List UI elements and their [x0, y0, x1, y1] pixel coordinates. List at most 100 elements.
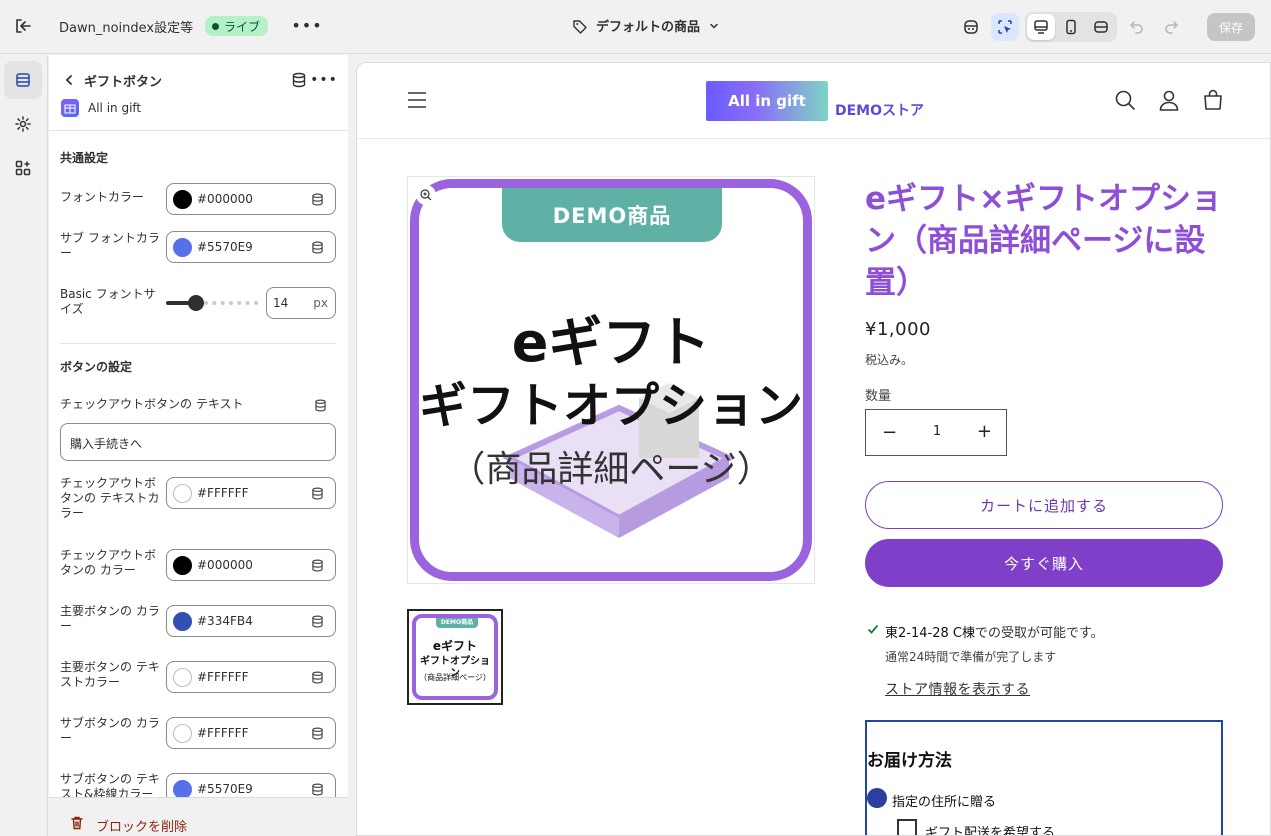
chevron-down-icon [710, 23, 718, 29]
dynamic-source-icon[interactable] [310, 726, 325, 741]
sub-button-text-color-swatch[interactable] [173, 780, 192, 797]
buy-now-button[interactable]: 今すぐ購入 [865, 539, 1223, 587]
pickup-availability: 東2-14-28 C棟での受取が可能です。 [885, 626, 1104, 641]
font-color-value: #000000 [197, 192, 253, 206]
gift-shipping-checkbox[interactable] [897, 819, 917, 835]
checkout-color-label: チェックアウトボタンの カラー [60, 548, 157, 577]
font-color-field[interactable]: #000000 [166, 183, 336, 215]
delivery-method-title: お届け方法 [867, 751, 952, 771]
theme-more-button[interactable]: ••• [291, 14, 321, 36]
sub-font-color-swatch[interactable] [173, 238, 192, 257]
logo-text: All in gift [728, 92, 806, 110]
font-size-slider[interactable] [166, 295, 258, 311]
quantity-plus-button[interactable]: + [977, 421, 992, 442]
product-thumbnail[interactable]: DEMO商品 eギフト ギフトオプション （商品詳細ページ） [407, 609, 503, 705]
primary-color-value: #334FB4 [197, 614, 253, 628]
sub-button-color-field[interactable]: #FFFFFF [166, 717, 336, 749]
app-embed-icon[interactable] [957, 13, 985, 41]
dynamic-source-icon[interactable] [310, 614, 325, 629]
trash-icon [71, 816, 83, 830]
product-image[interactable]: DEMO商品 eギフト ギフトオプション （商品詳細ページ） [407, 176, 815, 584]
quantity-label: 数量 [865, 389, 892, 404]
logo-tagline: DEMOストア [835, 103, 925, 119]
section-title-button: ボタンの設定 [60, 360, 133, 374]
fullscreen-view-icon[interactable] [1087, 14, 1115, 40]
gift-button-block[interactable]: お届け方法 指定の住所に贈る ギフト配送を希望する [865, 720, 1223, 835]
mobile-view-icon[interactable] [1057, 14, 1085, 40]
desktop-view-icon[interactable] [1026, 14, 1055, 40]
delete-block-label: ブロックを削除 [96, 820, 188, 835]
thumbnail-badge: DEMO商品 [436, 618, 478, 628]
primary-text-color-swatch[interactable] [173, 668, 192, 687]
menu-icon[interactable] [406, 89, 428, 111]
section-divider [60, 343, 336, 344]
back-chevron-icon[interactable] [59, 70, 79, 90]
editor-topbar: Dawn_noindex設定等 ライブ ••• デフォルトの商品 保存 [0, 0, 1271, 54]
store-preview: All in gift DEMOストア DEMO商品 eギフト ギフトオプション… [356, 62, 1271, 836]
theme-settings-gear-icon[interactable] [4, 105, 42, 143]
dynamic-source-icon[interactable] [310, 192, 325, 207]
sub-button-color-label: サブボタンの カラー [60, 716, 160, 745]
checkout-text-color-swatch[interactable] [173, 484, 192, 503]
font-color-label: フォントカラー [60, 190, 145, 204]
dynamic-source-icon[interactable] [310, 486, 325, 501]
theme-name: Dawn_noindex設定等 [59, 21, 194, 36]
zoom-icon[interactable] [416, 185, 436, 205]
delete-block-button[interactable]: ブロックを削除 [49, 797, 348, 836]
exit-icon[interactable] [12, 15, 34, 37]
image-line-2: ギフトオプション [419, 378, 804, 434]
section-title-common: 共通設定 [60, 151, 109, 165]
checkout-text-color-label: チェックアウトボタンの テキストカラー [60, 476, 160, 520]
redo-icon[interactable] [1157, 13, 1185, 41]
dynamic-source-icon[interactable] [310, 670, 325, 685]
store-info-link[interactable]: ストア情報を表示する [885, 679, 1030, 699]
thumbnail-frame: DEMO商品 eギフト ギフトオプション （商品詳細ページ） [412, 614, 498, 700]
primary-color-label: 主要ボタンの カラー [60, 604, 160, 633]
primary-color-field[interactable]: #334FB4 [166, 605, 336, 637]
checkout-text-input[interactable]: 購入手続きへ [60, 423, 336, 461]
sections-icon[interactable] [4, 61, 42, 99]
editor-rail [0, 55, 48, 836]
checkout-text-color-field[interactable]: #FFFFFF [166, 477, 336, 509]
tax-note: 税込み。 [865, 353, 914, 367]
sub-button-color-value: #FFFFFF [197, 726, 249, 740]
dynamic-source-icon[interactable] [313, 398, 328, 413]
sub-font-color-field[interactable]: #5570E9 [166, 231, 336, 263]
font-size-input[interactable]: 14 px [266, 287, 336, 319]
panel-more-button[interactable]: ••• [310, 69, 337, 91]
sub-button-color-swatch[interactable] [173, 724, 192, 743]
primary-text-color-value: #FFFFFF [197, 670, 249, 684]
save-button[interactable]: 保存 [1206, 13, 1255, 41]
app-name: All in gift [88, 101, 142, 115]
apps-icon[interactable] [4, 149, 42, 187]
dynamic-source-icon[interactable] [310, 240, 325, 255]
dynamic-source-icon[interactable] [310, 782, 325, 797]
tag-icon [573, 19, 587, 34]
checkout-color-swatch[interactable] [173, 556, 192, 575]
demo-badge: DEMO商品 [502, 188, 722, 242]
sub-button-text-color-field[interactable]: #5570E9 [166, 773, 336, 797]
primary-text-color-field[interactable]: #FFFFFF [166, 661, 336, 693]
undo-icon[interactable] [1123, 13, 1151, 41]
product-title: eギフト×ギフトオプション（商品詳細ページに設置） [865, 181, 1222, 301]
search-icon[interactable] [1114, 89, 1136, 111]
panel-header: ギフトボタン ••• All in gift [49, 55, 348, 131]
font-color-swatch[interactable] [173, 190, 192, 209]
thumbnail-line-1: eギフト [432, 639, 478, 653]
app-logo-icon [61, 99, 79, 117]
panel-title: ギフトボタン [84, 75, 163, 90]
thumbnail-line-3: （商品詳細ページ） [419, 673, 491, 682]
store-logo[interactable]: All in gift [706, 81, 828, 121]
add-to-cart-button[interactable]: カートに追加する [865, 481, 1223, 529]
account-icon[interactable] [1158, 89, 1180, 111]
dynamic-source-icon[interactable] [290, 71, 308, 89]
inspector-select-icon[interactable] [990, 13, 1019, 41]
live-status-badge: ライブ [205, 16, 269, 36]
cart-icon[interactable] [1202, 89, 1224, 111]
deliver-to-address-radio[interactable] [867, 788, 887, 808]
checkout-color-field[interactable]: #000000 [166, 549, 336, 581]
template-selector[interactable]: デフォルトの商品 [572, 16, 720, 35]
primary-color-swatch[interactable] [173, 612, 192, 631]
slider-thumb[interactable] [188, 295, 204, 311]
dynamic-source-icon[interactable] [310, 558, 325, 573]
